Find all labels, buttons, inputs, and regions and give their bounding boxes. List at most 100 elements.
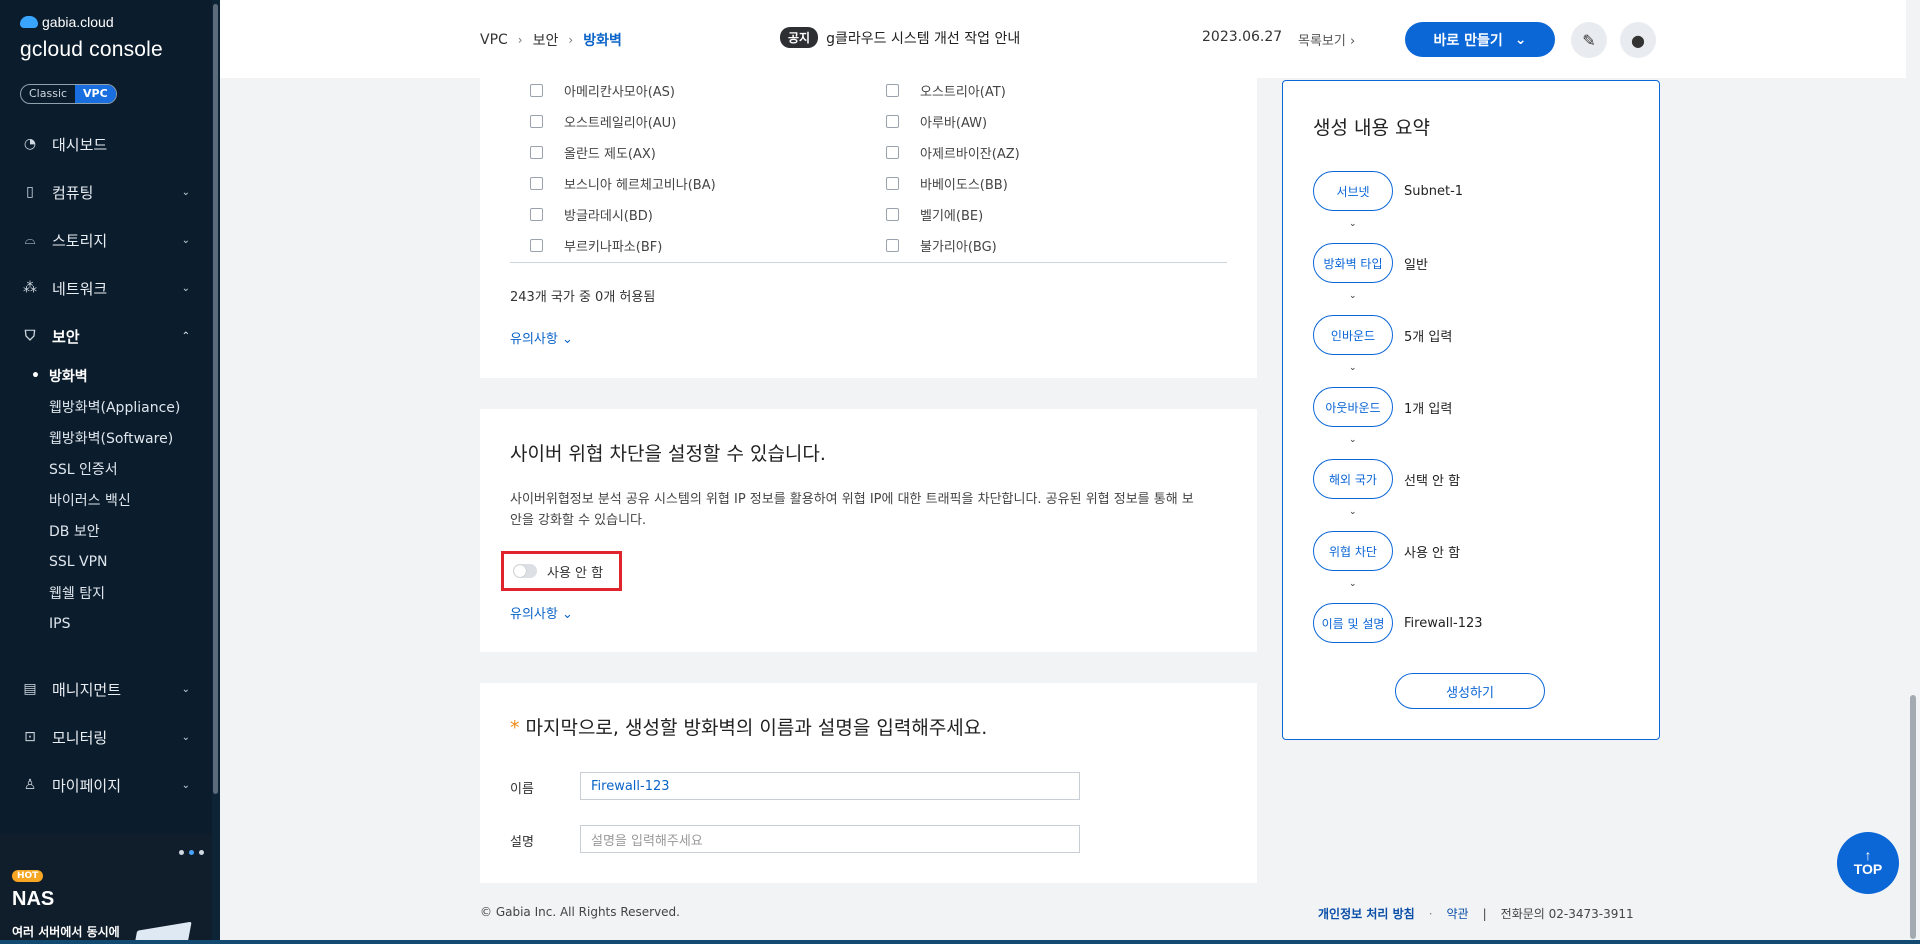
country-label: 바베이도스(BB) [920,178,1008,193]
scroll-top-button[interactable]: ↑ TOP [1837,832,1899,894]
country-label: 보스니아 헤르체고비나(BA) [564,178,716,193]
create-firewall-button[interactable]: 생성하기 [1395,673,1545,709]
submenu-waf-software[interactable]: 웹방화벽(Software) [49,422,212,453]
privacy-link[interactable]: 개인정보 처리 방침 [1318,905,1415,922]
country-checkbox[interactable] [886,115,899,128]
step-value: 선택 안 함 [1404,473,1461,489]
country-checkbox[interactable] [530,177,543,190]
description-input[interactable]: 설명을 입력해주세요 [580,825,1080,853]
sidebar-item-network[interactable]: ⁂ 네트워크 ⌄ [0,264,212,312]
footer-dot: · [1428,906,1433,921]
chevron-down-icon: ⌄ [1349,507,1357,517]
step-pill[interactable]: 이름 및 설명 [1313,603,1393,643]
country-option[interactable]: 아제르바이잔(AZ) [886,143,1020,162]
promo-dot[interactable] [179,850,184,855]
country-option[interactable]: 부르키나파소(BF) [530,236,662,255]
submenu-firewall[interactable]: 방화벽 [49,360,212,391]
notice-list-link[interactable]: 목록보기 › [1298,30,1355,49]
country-checkbox[interactable] [530,115,543,128]
sidebar-item-management[interactable]: ▤ 매니지먼트 ⌄ [0,665,212,713]
sidebar-scrollbar[interactable] [212,0,220,944]
sidebar-item-label: 매니지먼트 [52,680,122,699]
mode-classic[interactable]: Classic [21,85,75,103]
sidebar-item-storage[interactable]: ⌓ 스토리지 ⌄ [0,216,212,264]
quick-create-button[interactable]: 바로 만들기 ⌄ [1405,22,1555,57]
submenu-webshell[interactable]: 웹쉘 탐지 [49,577,212,608]
sidebar-item-computing[interactable]: ▯ 컴퓨팅 ⌄ [0,168,212,216]
promo-dot[interactable] [199,850,204,855]
country-option[interactable]: 오스트리아(AT) [886,81,1006,100]
country-checkbox[interactable] [530,239,543,252]
name-section-title: * 마지막으로, 생성할 방화벽의 이름과 설명을 입력해주세요. [510,713,987,740]
submenu-db-security[interactable]: DB 보안 [49,515,212,546]
sidebar-item-monitoring[interactable]: ⊡ 모니터링 ⌄ [0,713,212,761]
brand-title[interactable]: gcloud console [20,38,163,62]
step-pill[interactable]: 방화벽 타입 [1313,243,1393,283]
notes-toggle[interactable]: 유의사항 ⌄ [510,603,573,622]
country-checkbox[interactable] [886,146,899,159]
mode-vpc[interactable]: VPC [75,85,116,103]
country-option[interactable]: 방글라데시(BD) [530,205,653,224]
notice-text[interactable]: g클라우드 시스템 개선 작업 안내 [826,28,1020,48]
country-checkbox[interactable] [886,239,899,252]
sidebar-item-security[interactable]: ⛉ 보안 ⌃ [0,312,212,360]
toggle-switch[interactable] [513,564,537,578]
summary-step-outbound: 아웃바운드 1개 입력 [1313,387,1452,427]
country-checkbox[interactable] [886,177,899,190]
country-option[interactable]: 바베이도스(BB) [886,174,1008,193]
country-option[interactable]: 아루바(AW) [886,112,987,131]
step-pill[interactable]: 위협 차단 [1313,531,1393,571]
country-checkbox[interactable] [886,208,899,221]
country-option[interactable]: 아메리칸사모아(AS) [530,81,675,100]
required-marker: * [510,717,520,739]
country-option[interactable]: 불가리아(BG) [886,236,997,255]
chevron-down-icon: ⌄ [561,607,573,622]
feedback-button[interactable]: ✎ [1571,22,1607,58]
name-input[interactable]: Firewall-123 [580,772,1080,800]
step-pill[interactable]: 아웃바운드 [1313,387,1393,427]
breadcrumb-security[interactable]: 보안 [533,30,559,50]
country-checkbox[interactable] [530,146,543,159]
sidebar-item-label: 마이페이지 [52,776,122,795]
quick-create-label: 바로 만들기 [1433,32,1503,49]
country-option[interactable]: 보스니아 헤르체고비나(BA) [530,174,716,193]
profile-button[interactable]: ● [1620,22,1656,58]
submenu-antivirus[interactable]: 바이러스 백신 [49,484,212,515]
sidebar-scroll-thumb[interactable] [213,4,218,794]
sidebar-item-label: 모니터링 [52,728,108,747]
country-checkbox[interactable] [886,84,899,97]
country-checkbox[interactable] [530,208,543,221]
page-scroll-thumb[interactable] [1910,695,1916,939]
submenu-ips[interactable]: IPS [49,608,212,639]
terms-link[interactable]: 약관 [1447,905,1469,922]
country-label: 방글라데시(BD) [564,209,653,224]
scroll-top-label: TOP [1853,861,1883,877]
country-option[interactable]: 오스트레일리아(AU) [530,112,676,131]
chevron-down-icon: ⌄ [1349,579,1357,589]
country-option[interactable]: 올란드 제도(AX) [530,143,656,162]
sidebar-item-label: 네트워크 [52,279,108,298]
notes-label: 유의사항 [510,332,558,347]
user-icon: ● [1631,30,1645,50]
step-pill[interactable]: 서브넷 [1313,171,1393,211]
notes-toggle[interactable]: 유의사항 ⌄ [510,328,573,347]
country-option[interactable]: 벨기에(BE) [886,205,983,224]
notes-label: 유의사항 [510,607,558,622]
step-pill[interactable]: 인바운드 [1313,315,1393,355]
step-pill[interactable]: 해외 국가 [1313,459,1393,499]
copyright: © Gabia Inc. All Rights Reserved. [480,905,680,919]
country-checkbox[interactable] [530,84,543,97]
submenu-waf-appliance[interactable]: 웹방화벽(Appliance) [49,391,212,422]
submenu-ssl-vpn[interactable]: SSL VPN [49,546,212,577]
breadcrumb-vpc[interactable]: VPC [480,32,508,48]
threat-toggle[interactable]: 사용 안 함 [501,551,622,591]
mode-toggle[interactable]: Classic VPC [20,84,117,104]
sidebar-item-mypage[interactable]: ♙ 마이페이지 ⌄ [0,761,212,809]
sidebar-item-dashboard[interactable]: ◔ 대시보드 [0,120,212,168]
promo-dot-active[interactable] [189,850,194,855]
notice-bar[interactable]: 공지 g클라우드 시스템 개선 작업 안내 [780,27,1020,48]
page-scrollbar[interactable] [1906,0,1920,944]
promo-pagination[interactable] [179,850,204,855]
brand-logo[interactable]: gabia.cloud [20,14,114,30]
submenu-ssl-cert[interactable]: SSL 인증서 [49,453,212,484]
